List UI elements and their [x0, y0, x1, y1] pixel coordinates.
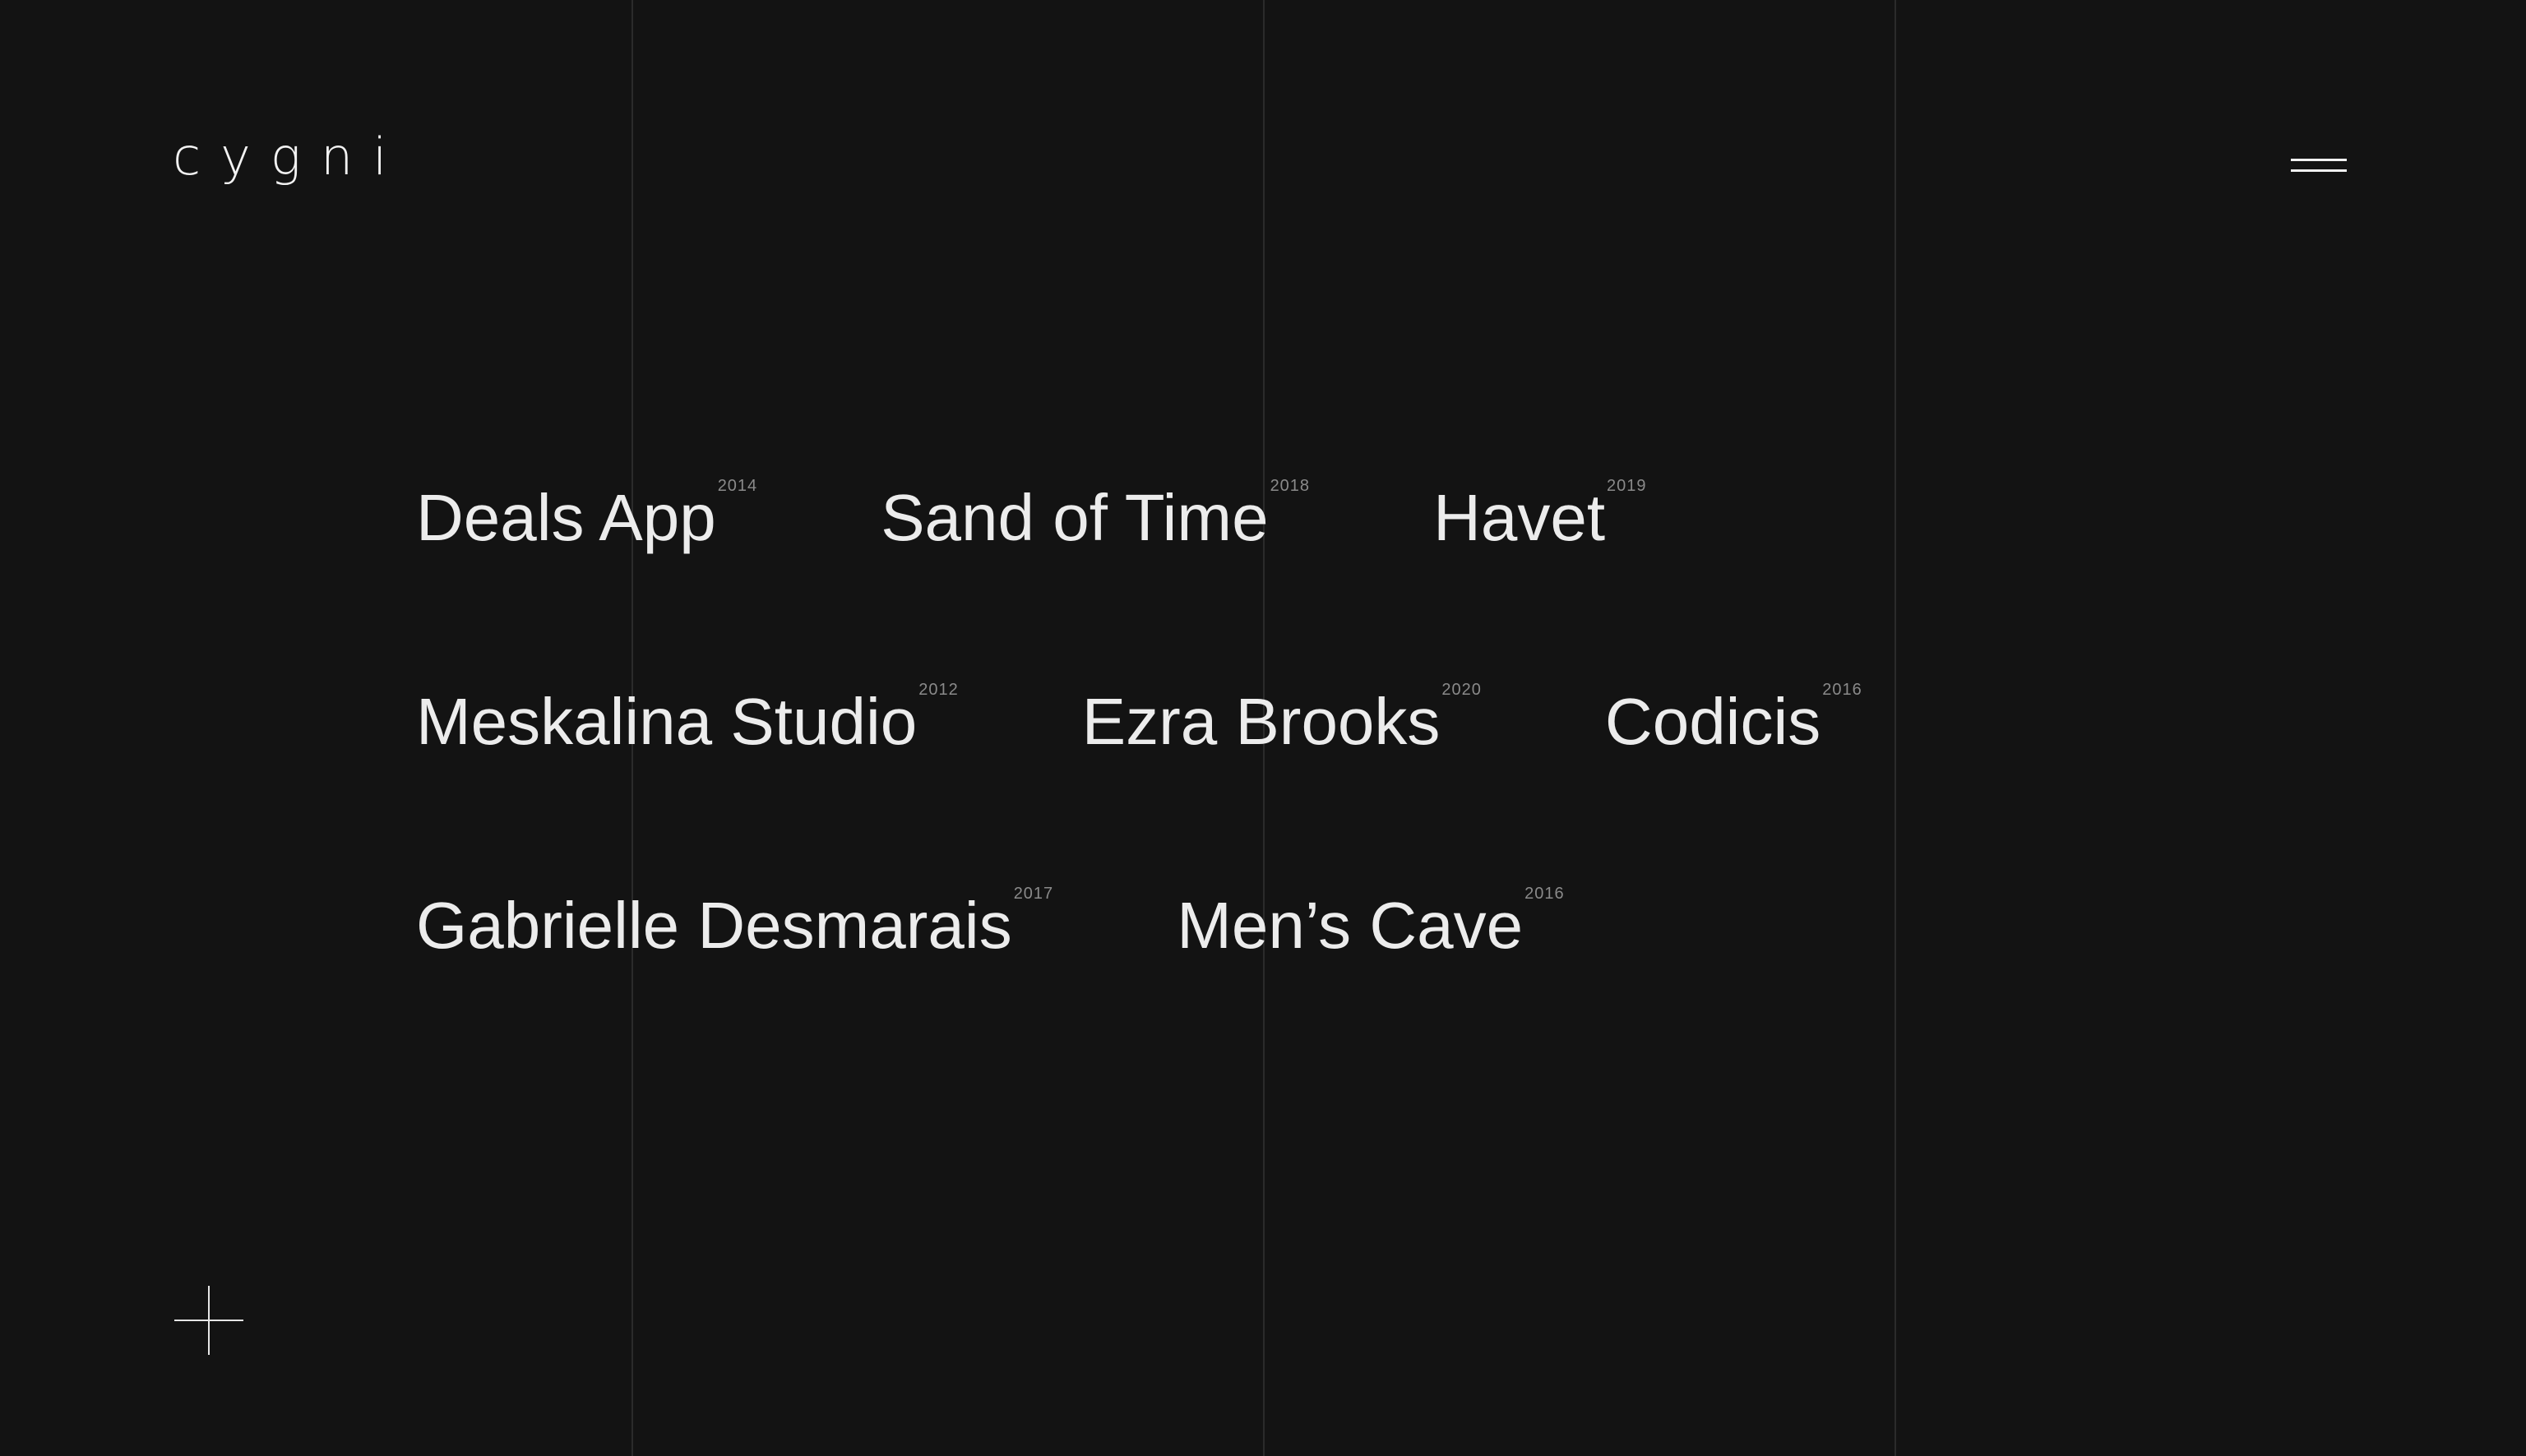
- plus-button[interactable]: [174, 1286, 243, 1355]
- project-link[interactable]: Codicis 2016: [1605, 664, 1862, 755]
- project-name: Codicis: [1604, 685, 1821, 758]
- project-year: 2017: [1013, 885, 1054, 903]
- project-link[interactable]: Deals App 2014: [416, 460, 757, 551]
- project-name: Deals App: [416, 481, 716, 554]
- project-link[interactable]: Ezra Brooks 2020: [1082, 664, 1482, 755]
- project-year: 2016: [1822, 681, 1862, 699]
- project-name: Ezra Brooks: [1081, 685, 1441, 758]
- project-year: 2018: [1270, 477, 1311, 495]
- project-link[interactable]: Sand of Time 2018: [881, 460, 1310, 551]
- project-name: Havet: [1433, 481, 1606, 554]
- project-year: 2012: [918, 681, 959, 699]
- project-name: Meskalina Studio: [416, 685, 918, 758]
- hamburger-menu-icon: [2291, 169, 2347, 172]
- project-year: 2019: [1607, 477, 1647, 495]
- hamburger-menu-icon: [2291, 159, 2347, 161]
- site-logo[interactable]: cygni: [173, 132, 407, 183]
- project-link[interactable]: Men’s Cave 2016: [1177, 868, 1564, 959]
- menu-button[interactable]: [2288, 153, 2350, 183]
- project-row: Deals App 2014 Sand of Time 2018 Havet 2…: [416, 460, 1978, 664]
- project-name: Gabrielle Desmarais: [416, 889, 1012, 962]
- project-list: Deals App 2014 Sand of Time 2018 Havet 2…: [416, 460, 1978, 1072]
- plus-icon: [208, 1286, 210, 1355]
- project-year: 2020: [1441, 681, 1482, 699]
- project-name: Men’s Cave: [1177, 889, 1524, 962]
- project-link[interactable]: Havet 2019: [1433, 460, 1646, 551]
- project-row: Gabrielle Desmarais 2017 Men’s Cave 2016: [416, 868, 1978, 1072]
- project-year: 2016: [1524, 885, 1565, 903]
- project-name: Sand of Time: [881, 481, 1269, 554]
- project-link[interactable]: Gabrielle Desmarais 2017: [416, 868, 1053, 959]
- project-row: Meskalina Studio 2012 Ezra Brooks 2020 C…: [416, 664, 1978, 868]
- project-link[interactable]: Meskalina Studio 2012: [416, 664, 959, 755]
- project-year: 2014: [717, 477, 758, 495]
